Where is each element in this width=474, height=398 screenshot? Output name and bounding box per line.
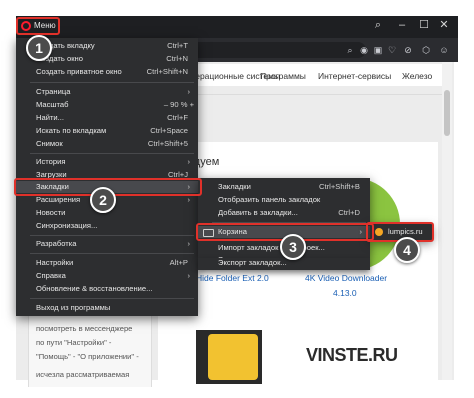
menu-item-sync[interactable]: Синхронизация... bbox=[16, 220, 198, 232]
menu-item-shortcut: Ctrl+D bbox=[338, 208, 360, 217]
article-line: исчезла рассматриваемая bbox=[36, 370, 130, 379]
menu-item-snapshot[interactable]: Снимок Ctrl+Shift+5 bbox=[16, 138, 198, 150]
submenu-item-export[interactable]: Экспорт закладок... bbox=[198, 257, 370, 269]
menu-item-shortcut: Ctrl+N bbox=[166, 54, 188, 63]
submenu-item-bookmarks[interactable]: Закладки Ctrl+Shift+B bbox=[198, 181, 370, 193]
menu-item-page[interactable]: Страница › bbox=[16, 86, 198, 98]
step-badge-2: 2 bbox=[90, 187, 116, 213]
menu-item-label: Настройки bbox=[36, 258, 74, 267]
menu-item-label: Искать по вкладкам bbox=[36, 126, 107, 135]
menu-item-exit[interactable]: Выход из программы bbox=[16, 302, 198, 314]
chevron-right-icon: › bbox=[187, 239, 190, 248]
menu-item-update-recovery[interactable]: Обновление & восстановление... bbox=[16, 283, 198, 295]
menu-item-label: Обновление & восстановление... bbox=[36, 284, 153, 293]
menu-item-label: Новости bbox=[36, 208, 66, 217]
menu-item-help[interactable]: Справка › bbox=[16, 270, 198, 282]
submenu-item-show-bookmarks-bar[interactable]: Отобразить панель закладок bbox=[198, 194, 370, 206]
step-badge-4: 4 bbox=[394, 237, 420, 263]
chevron-right-icon: › bbox=[187, 157, 190, 166]
camera-icon[interactable]: ◉ bbox=[358, 44, 370, 56]
menu-item-shortcut: Ctrl+Shift+N bbox=[146, 67, 188, 76]
main-menu: Создать вкладку Ctrl+T Создать окно Ctrl+N… bbox=[16, 38, 198, 316]
search-icon[interactable]: ⌕ bbox=[344, 44, 356, 56]
menu-item-label: История bbox=[36, 157, 66, 166]
zoom-controls[interactable]: – 90 % + bbox=[164, 99, 194, 111]
menu-item-shortcut: Ctrl+T bbox=[167, 41, 188, 50]
vpn-icon[interactable]: ▣ bbox=[372, 44, 384, 56]
menu-item-label: Закладки bbox=[218, 182, 251, 191]
menu-separator bbox=[30, 82, 194, 83]
menu-item-shortcut: Ctrl+Space bbox=[150, 126, 188, 135]
menu-separator bbox=[30, 235, 194, 236]
menu-item-label: Разработка bbox=[36, 239, 77, 248]
minimize-icon[interactable]: – bbox=[394, 18, 410, 32]
adblock-icon[interactable]: ⊘ bbox=[402, 44, 414, 56]
menu-item-label: Справка bbox=[36, 271, 66, 280]
menu-item-private-window[interactable]: Создать приватное окно Ctrl+Shift+N bbox=[16, 66, 198, 78]
scrollbar-thumb[interactable] bbox=[444, 90, 450, 136]
menu-item-label: Экспорт закладок... bbox=[218, 258, 287, 267]
menu-item-zoom[interactable]: Масштаб – 90 % + bbox=[16, 99, 198, 111]
menu-item-label: Страница bbox=[36, 87, 71, 96]
account-icon[interactable]: ☺ bbox=[438, 44, 450, 56]
menu-separator bbox=[30, 298, 194, 299]
banner-yellow-shape bbox=[208, 334, 258, 380]
menu-item-developer[interactable]: Разработка › bbox=[16, 238, 198, 250]
menu-item-label: Масштаб bbox=[36, 100, 69, 109]
tile-caption-2[interactable]: 4K Video Downloader bbox=[305, 273, 387, 283]
title-bar bbox=[16, 16, 458, 38]
bookmark-heart-icon[interactable]: ♡ bbox=[386, 44, 398, 56]
menu-item-label: Выход из программы bbox=[36, 303, 111, 312]
banner-title: VINSTE.RU bbox=[306, 345, 398, 365]
menu-separator bbox=[30, 153, 194, 154]
menu-item-label: Синхронизация... bbox=[36, 221, 98, 230]
menu-item-search-tabs[interactable]: Искать по вкладкам Ctrl+Space bbox=[16, 125, 198, 137]
menu-item-shortcut: Ctrl+F bbox=[167, 113, 188, 122]
article-line: посмотреть в мессенджере bbox=[36, 324, 133, 333]
menu-item-settings[interactable]: Настройки Alt+P bbox=[16, 257, 198, 269]
chevron-right-icon: › bbox=[187, 271, 190, 280]
menu-item-label: Отобразить панель закладок bbox=[218, 195, 321, 204]
article-line: "Помощь" - "О приложении" - bbox=[36, 352, 139, 361]
nav-link-internet[interactable]: Интернет-сервисы bbox=[318, 71, 391, 81]
menu-item-label: Найти... bbox=[36, 113, 64, 122]
submenu-item-add-bookmark[interactable]: Добавить в закладки... Ctrl+D bbox=[198, 207, 370, 219]
tile-version-2: 4.13.0 bbox=[333, 288, 357, 298]
maximize-icon[interactable]: ☐ bbox=[416, 18, 432, 32]
divider bbox=[198, 94, 442, 95]
menu-item-shortcut: Alt+P bbox=[169, 258, 188, 267]
tile-caption-1[interactable]: Hide Folder Ext 2.0 bbox=[196, 273, 269, 283]
menu-item-label: Импорт закладок и настроек... bbox=[218, 243, 325, 252]
step-badge-3: 3 bbox=[280, 234, 306, 260]
menu-item-label: Создать приватное окно bbox=[36, 67, 122, 76]
search-icon[interactable]: ⌕ bbox=[370, 18, 386, 32]
nav-link-programs[interactable]: Программы bbox=[260, 71, 306, 81]
nav-link-hardware[interactable]: Железо bbox=[402, 71, 432, 81]
menu-item-find[interactable]: Найти... Ctrl+F bbox=[16, 112, 198, 124]
chevron-right-icon: › bbox=[187, 87, 190, 96]
article-line: по пути "Настройки" - bbox=[36, 338, 112, 347]
menu-item-history[interactable]: История › bbox=[16, 156, 198, 168]
extensions-cube-icon[interactable]: ⬡ bbox=[420, 44, 432, 56]
menu-separator bbox=[30, 253, 194, 254]
close-icon[interactable]: ✕ bbox=[436, 18, 452, 32]
address-bar[interactable] bbox=[176, 42, 366, 58]
step-badge-1: 1 bbox=[26, 35, 52, 61]
menu-item-label: Снимок bbox=[36, 139, 63, 148]
menu-item-shortcut: Ctrl+Shift+B bbox=[319, 182, 360, 191]
menu-item-shortcut: Ctrl+Shift+5 bbox=[147, 139, 188, 148]
highlight-menu-button bbox=[16, 17, 60, 35]
menu-item-label: Добавить в закладки... bbox=[218, 208, 298, 217]
